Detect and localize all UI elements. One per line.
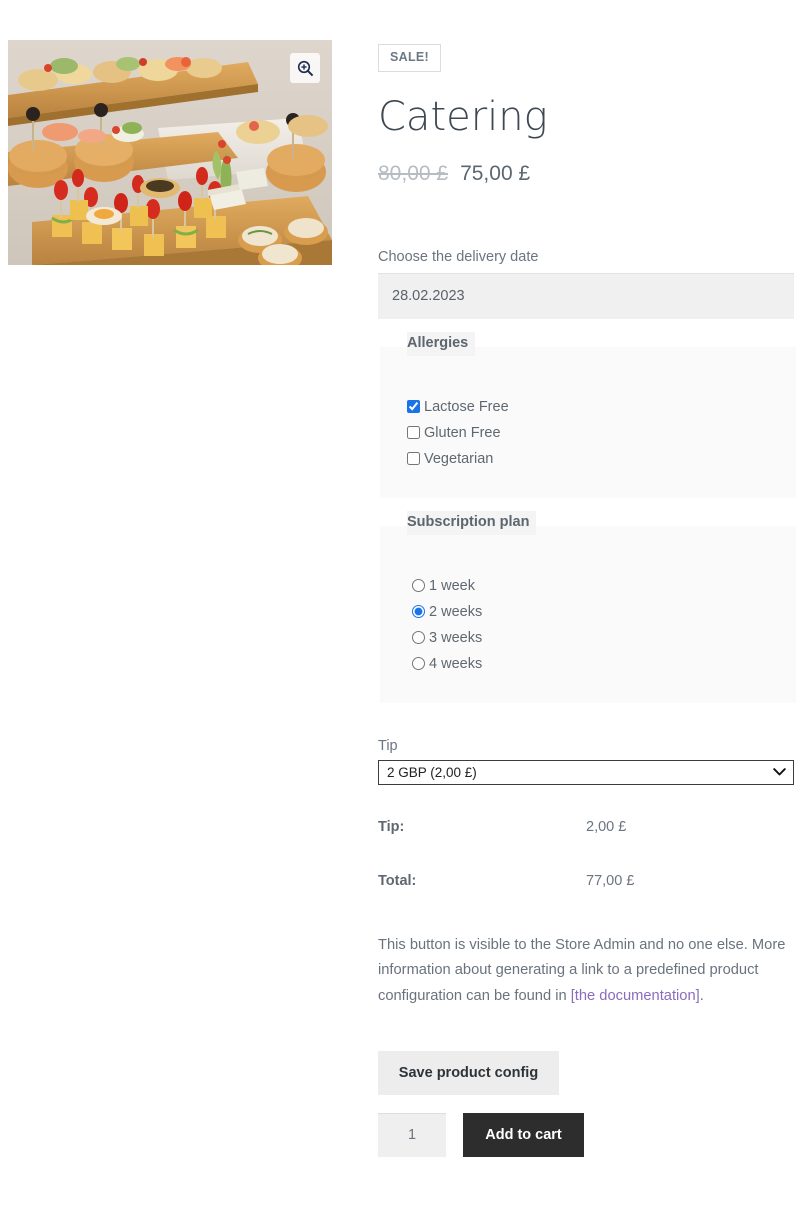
allergy-label-lactose-free[interactable]: Lactose Free — [424, 399, 509, 415]
zoom-in-icon[interactable] — [290, 53, 320, 83]
allergies-group: Allergies Lactose Free Gluten Free Veget… — [380, 331, 796, 498]
allergies-legend: Allergies — [407, 331, 476, 356]
tip-select-value: 2 GBP (2,00 £) — [387, 764, 477, 780]
subscription-option-4-weeks[interactable]: 4 weeks — [412, 651, 796, 677]
subscription-label-4-weeks[interactable]: 4 weeks — [429, 656, 482, 672]
product-gallery[interactable] — [8, 40, 332, 265]
allergy-label-vegetarian[interactable]: Vegetarian — [424, 451, 493, 467]
price-row: 80,00 £ 75,00 £ — [378, 162, 794, 186]
subscription-radio-3-weeks[interactable] — [412, 631, 425, 644]
page-title: Catering — [378, 93, 548, 140]
tip-label: Tip — [378, 737, 398, 754]
allergies-options: Lactose Free Gluten Free Vegetarian — [380, 347, 796, 498]
subscription-radio-1-week[interactable] — [412, 579, 425, 592]
allergy-option-lactose-free[interactable]: Lactose Free — [407, 394, 796, 420]
tip-total-row: Tip: 2,00 £ — [378, 819, 794, 835]
allergy-checkbox-lactose-free[interactable] — [407, 400, 420, 413]
grand-total-value: 77,00 £ — [586, 872, 635, 889]
product-summary: SALE! Catering 80,00 £ 75,00 £ Choose the… — [378, 0, 796, 1157]
subscription-radio-2-weeks[interactable] — [412, 605, 425, 618]
allergy-checkbox-gluten-free[interactable] — [407, 426, 420, 439]
allergy-option-gluten-free[interactable]: Gluten Free — [407, 420, 796, 446]
subscription-option-1-week[interactable]: 1 week — [412, 573, 796, 599]
subscription-legend: Subscription plan — [407, 510, 537, 535]
product-page: SALE! Catering 80,00 £ 75,00 £ Choose the… — [0, 0, 807, 1205]
chevron-down-icon — [773, 765, 786, 780]
delivery-date-label: Choose the delivery date — [378, 248, 539, 265]
sale-badge: SALE! — [378, 44, 441, 72]
admin-note-text-end: . — [699, 987, 704, 1004]
subscription-options: 1 week 2 weeks 3 weeks 4 weeks — [380, 526, 796, 703]
delivery-date-input[interactable] — [378, 272, 794, 319]
documentation-link[interactable]: [the documentation] — [571, 988, 700, 1004]
allergy-option-vegetarian[interactable]: Vegetarian — [407, 446, 796, 472]
admin-note: This button is visible to the Store Admi… — [378, 933, 794, 1010]
product-image[interactable] — [8, 40, 332, 265]
price-original: 80,00 £ — [378, 161, 449, 185]
subscription-group: Subscription plan 1 week 2 weeks 3 weeks… — [380, 510, 796, 703]
grand-total-label: Total: — [378, 872, 417, 889]
tip-total-value: 2,00 £ — [586, 818, 627, 835]
subscription-label-1-week[interactable]: 1 week — [429, 578, 475, 594]
price-sale: 75,00 £ — [460, 161, 531, 185]
quantity-input[interactable] — [378, 1112, 446, 1157]
allergy-checkbox-vegetarian[interactable] — [407, 452, 420, 465]
subscription-option-3-weeks[interactable]: 3 weeks — [412, 625, 796, 651]
tip-select[interactable]: 2 GBP (2,00 £) — [378, 759, 794, 785]
subscription-label-2-weeks[interactable]: 2 weeks — [429, 604, 482, 620]
subscription-label-3-weeks[interactable]: 3 weeks — [429, 630, 482, 646]
subscription-option-2-weeks[interactable]: 2 weeks — [412, 599, 796, 625]
add-to-cart-button[interactable]: Add to cart — [463, 1112, 584, 1157]
allergy-label-gluten-free[interactable]: Gluten Free — [424, 425, 501, 441]
subscription-radio-4-weeks[interactable] — [412, 657, 425, 670]
grand-total-row: Total: 77,00 £ — [378, 873, 794, 889]
tip-total-label: Tip: — [378, 818, 405, 835]
cart-row: Add to cart — [378, 1112, 794, 1157]
save-product-config-button[interactable]: Save product config — [378, 1050, 559, 1095]
